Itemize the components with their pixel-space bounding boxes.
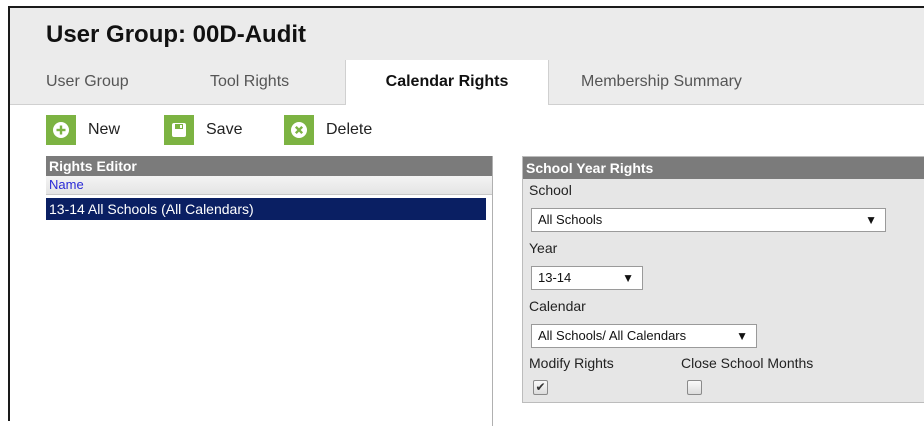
plus-circle-icon (46, 115, 76, 145)
modify-rights-checkbox[interactable]: ✔ (533, 380, 548, 395)
new-button[interactable]: New (46, 115, 120, 145)
delete-button-label: Delete (326, 121, 373, 138)
tab-user-group[interactable]: User Group (46, 60, 129, 104)
name-column-header[interactable]: Name (46, 176, 492, 195)
calendar-select-value: All Schools/ All Calendars (538, 328, 687, 343)
school-select-value: All Schools (538, 212, 603, 227)
new-button-label: New (88, 121, 121, 138)
tab-tool-rights[interactable]: Tool Rights (210, 60, 289, 104)
save-button-label: Save (206, 121, 243, 138)
school-select[interactable]: All Schools ▼ (531, 208, 886, 232)
dropdown-arrow-icon: ▼ (736, 329, 748, 343)
modify-rights-label: Modify Rights (529, 355, 614, 371)
title-bar: User Group: 00D-Audit (10, 8, 924, 60)
dropdown-arrow-icon: ▼ (865, 213, 877, 227)
year-select-value: 13-14 (538, 270, 572, 285)
tab-membership-summary[interactable]: Membership Summary (581, 60, 742, 104)
calendar-label: Calendar (529, 298, 586, 314)
rights-editor-panel: Rights Editor Name 13-14 All Schools (Al… (46, 156, 493, 426)
dropdown-arrow-icon: ▼ (622, 271, 634, 285)
delete-button[interactable]: Delete (284, 115, 372, 145)
app-window: User Group: 00D-Audit User Group Tool Ri… (8, 6, 924, 426)
school-label: School (529, 182, 572, 198)
school-year-rights-panel: School Year Rights School All Schools ▼ … (522, 156, 924, 403)
school-year-rights-header: School Year Rights (523, 157, 924, 179)
checkmark-icon: ✔ (535, 380, 546, 394)
page-title: User Group: 00D-Audit (46, 21, 307, 48)
calendar-select[interactable]: All Schools/ All Calendars ▼ (531, 324, 757, 348)
floppy-disk-icon (164, 115, 194, 145)
toolbar: New Save Delete (10, 105, 924, 155)
close-school-months-checkbox[interactable] (687, 380, 702, 395)
year-select[interactable]: 13-14 ▼ (531, 266, 643, 290)
save-button[interactable]: Save (164, 115, 242, 145)
tab-bar: User Group Tool Rights Calendar Rights M… (10, 60, 924, 105)
year-label: Year (529, 240, 558, 256)
rights-editor-header: Rights Editor (46, 156, 492, 176)
close-school-months-label: Close School Months (681, 355, 814, 371)
x-circle-icon (284, 115, 314, 145)
tab-calendar-rights[interactable]: Calendar Rights (345, 60, 549, 105)
table-row[interactable]: 13-14 All Schools (All Calendars) (46, 198, 486, 220)
